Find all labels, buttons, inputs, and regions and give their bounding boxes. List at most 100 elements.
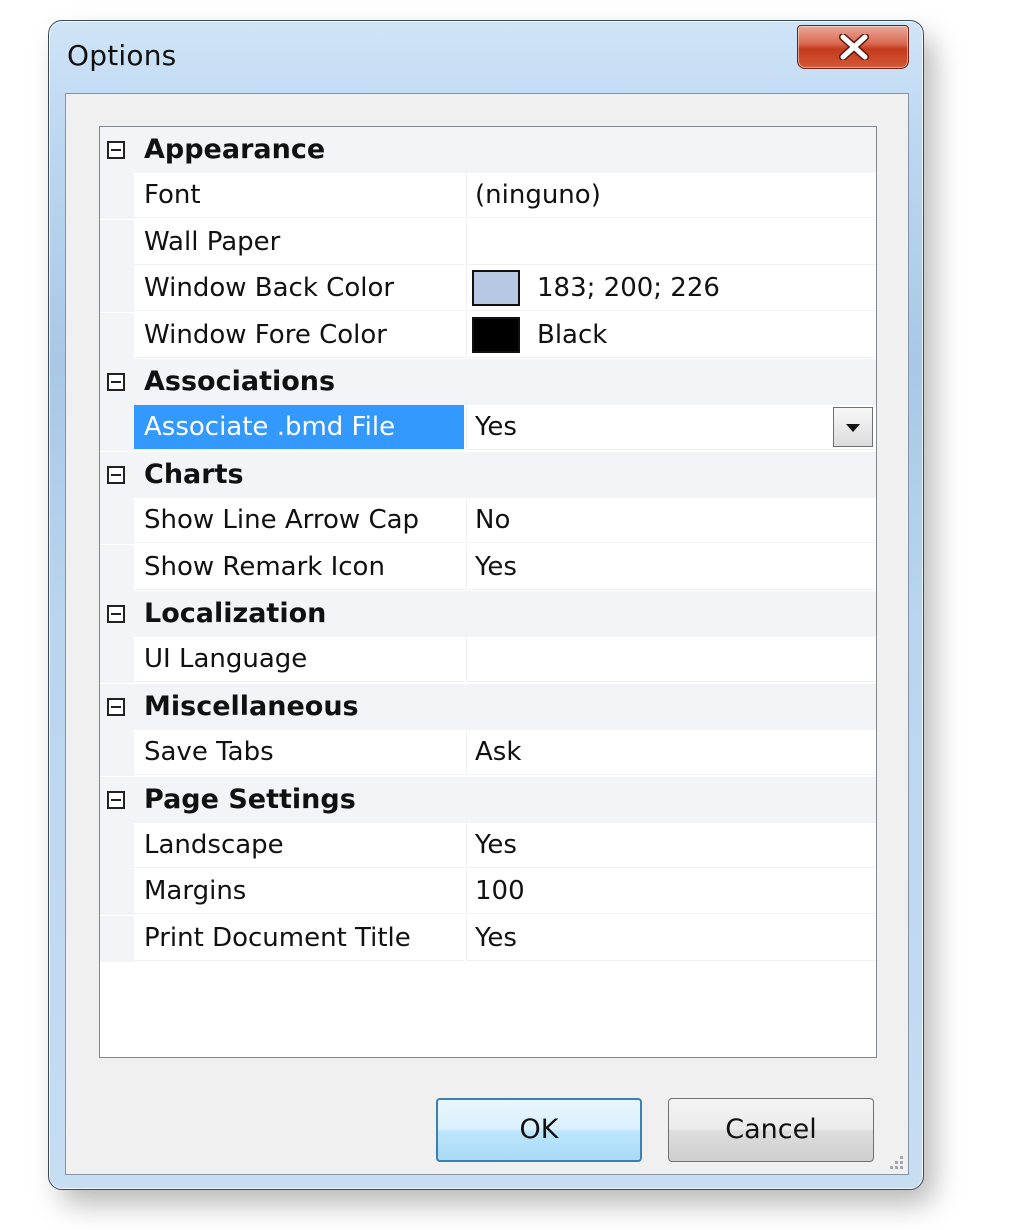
property-name: Save Tabs [144,737,274,768]
property-value: Black [537,319,608,350]
property-row[interactable]: Wall Paper [100,219,876,266]
property-name: Landscape [144,830,284,860]
property-value-cell[interactable]: Ask [466,730,876,776]
category-label: Localization [144,598,327,629]
cancel-button[interactable]: Cancel [668,1098,874,1162]
property-value-cell[interactable]: Yes [466,823,876,868]
category-row: Charts [100,451,876,498]
resize-grip-icon[interactable] [884,1152,906,1174]
property-name-cell[interactable]: Landscape [134,823,464,868]
grid-margin [100,219,134,266]
property-row[interactable]: Font (ninguno) [100,173,876,220]
property-value: 183; 200; 226 [537,273,720,304]
color-swatch [472,270,520,307]
property-row[interactable]: Window Fore Color Black [100,312,876,359]
collapse-icon[interactable] [107,373,125,391]
grid-margin [100,544,134,591]
property-name-cell[interactable]: UI Language [134,637,464,683]
grid-margin [100,869,134,916]
property-value-cell[interactable]: (ninguno) [466,173,876,219]
property-name-cell[interactable]: Window Back Color [134,266,464,312]
property-value-cell[interactable] [466,637,876,683]
grid-margin [100,266,134,313]
property-value-cell[interactable]: Black [466,312,876,358]
property-row[interactable]: Window Back Color 183; 200; 226 [100,266,876,313]
property-row[interactable]: UI Language [100,637,876,684]
category-row: Localization [100,591,876,637]
category-row: Page Settings [100,776,876,823]
property-row[interactable]: Show Remark Icon Yes [100,544,876,591]
collapse-icon[interactable] [107,790,125,809]
property-value: Yes [475,412,517,443]
property-value: Yes [475,830,517,860]
property-row[interactable]: Associate .bmd File Yes [100,405,876,452]
property-name: Show Line Arrow Cap [144,505,420,536]
collapse-icon[interactable] [107,605,125,623]
options-dialog: Options Appearance Font (ninguno) Wall Pape… [48,20,924,1190]
category-label: Appearance [144,134,326,165]
property-name-cell[interactable]: Font [134,173,464,219]
category-label: Associations [144,366,336,397]
category-label: Miscellaneous [144,690,359,722]
collapse-icon[interactable] [107,141,125,159]
grid-margin [100,823,134,869]
property-name: Associate .bmd File [144,412,396,443]
property-value: Yes [475,922,517,953]
grid-margin [100,915,134,962]
property-value-cell[interactable]: 183; 200; 226 [466,266,876,312]
property-row[interactable]: Landscape Yes [100,823,876,869]
property-name: Window Fore Color [144,319,387,350]
property-value: 100 [475,876,525,907]
property-name: Print Document Title [144,922,411,953]
property-name-cell[interactable]: Margins [134,869,464,915]
property-row[interactable]: Print Document Title Yes [100,915,876,962]
property-name-cell[interactable]: Associate .bmd File [134,405,464,451]
property-value-cell[interactable]: Yes [466,915,876,961]
property-value-cell[interactable]: 100 [466,869,876,915]
property-name-cell[interactable]: Show Line Arrow Cap [134,498,464,544]
property-row[interactable]: Show Line Arrow Cap No [100,498,876,545]
property-value: No [475,505,511,536]
property-row[interactable]: Save Tabs Ask [100,730,876,777]
category-row: Appearance [100,127,876,173]
property-value-cell[interactable] [466,219,876,265]
property-grid[interactable]: Appearance Font (ninguno) Wall Paper Window … [99,126,877,1058]
dialog-title: Options [67,39,177,72]
category-label: Charts [144,458,244,490]
property-name-cell[interactable]: Save Tabs [134,730,464,776]
property-value: Yes [475,551,517,582]
property-value-cell[interactable]: Yes [466,544,876,590]
property-name: Font [144,180,201,211]
grid-margin [100,637,134,684]
close-button[interactable] [797,25,909,69]
dialog-client-area: Appearance Font (ninguno) Wall Paper Window … [65,93,909,1175]
property-name: Margins [144,876,247,907]
grid-margin [100,405,134,452]
property-name: Wall Paper [144,226,281,257]
property-name: Window Back Color [144,273,395,304]
category-row: Associations [100,359,876,405]
close-icon [839,34,869,60]
category-label: Page Settings [144,783,356,815]
property-name-cell[interactable]: Print Document Title [134,916,464,961]
grid-margin [100,312,134,359]
collapse-icon[interactable] [107,465,125,484]
property-name-cell[interactable]: Wall Paper [134,220,464,265]
property-value: (ninguno) [475,180,601,211]
property-value-cell[interactable]: No [466,498,876,544]
collapse-icon[interactable] [107,697,125,716]
property-value-cell[interactable]: Yes [466,405,876,451]
category-row: Miscellaneous [100,683,876,730]
dropdown-arrow-icon[interactable] [833,407,873,448]
grid-margin [100,498,134,545]
property-name-cell[interactable]: Show Remark Icon [134,545,464,590]
color-swatch [472,316,520,353]
property-value: Ask [475,737,522,768]
property-name-cell[interactable]: Window Fore Color [134,313,464,358]
ok-button[interactable]: OK [436,1098,642,1162]
property-name: Show Remark Icon [144,551,385,582]
grid-margin [100,173,134,220]
property-name: UI Language [144,644,308,675]
property-row[interactable]: Margins 100 [100,869,876,916]
grid-margin [100,730,134,777]
